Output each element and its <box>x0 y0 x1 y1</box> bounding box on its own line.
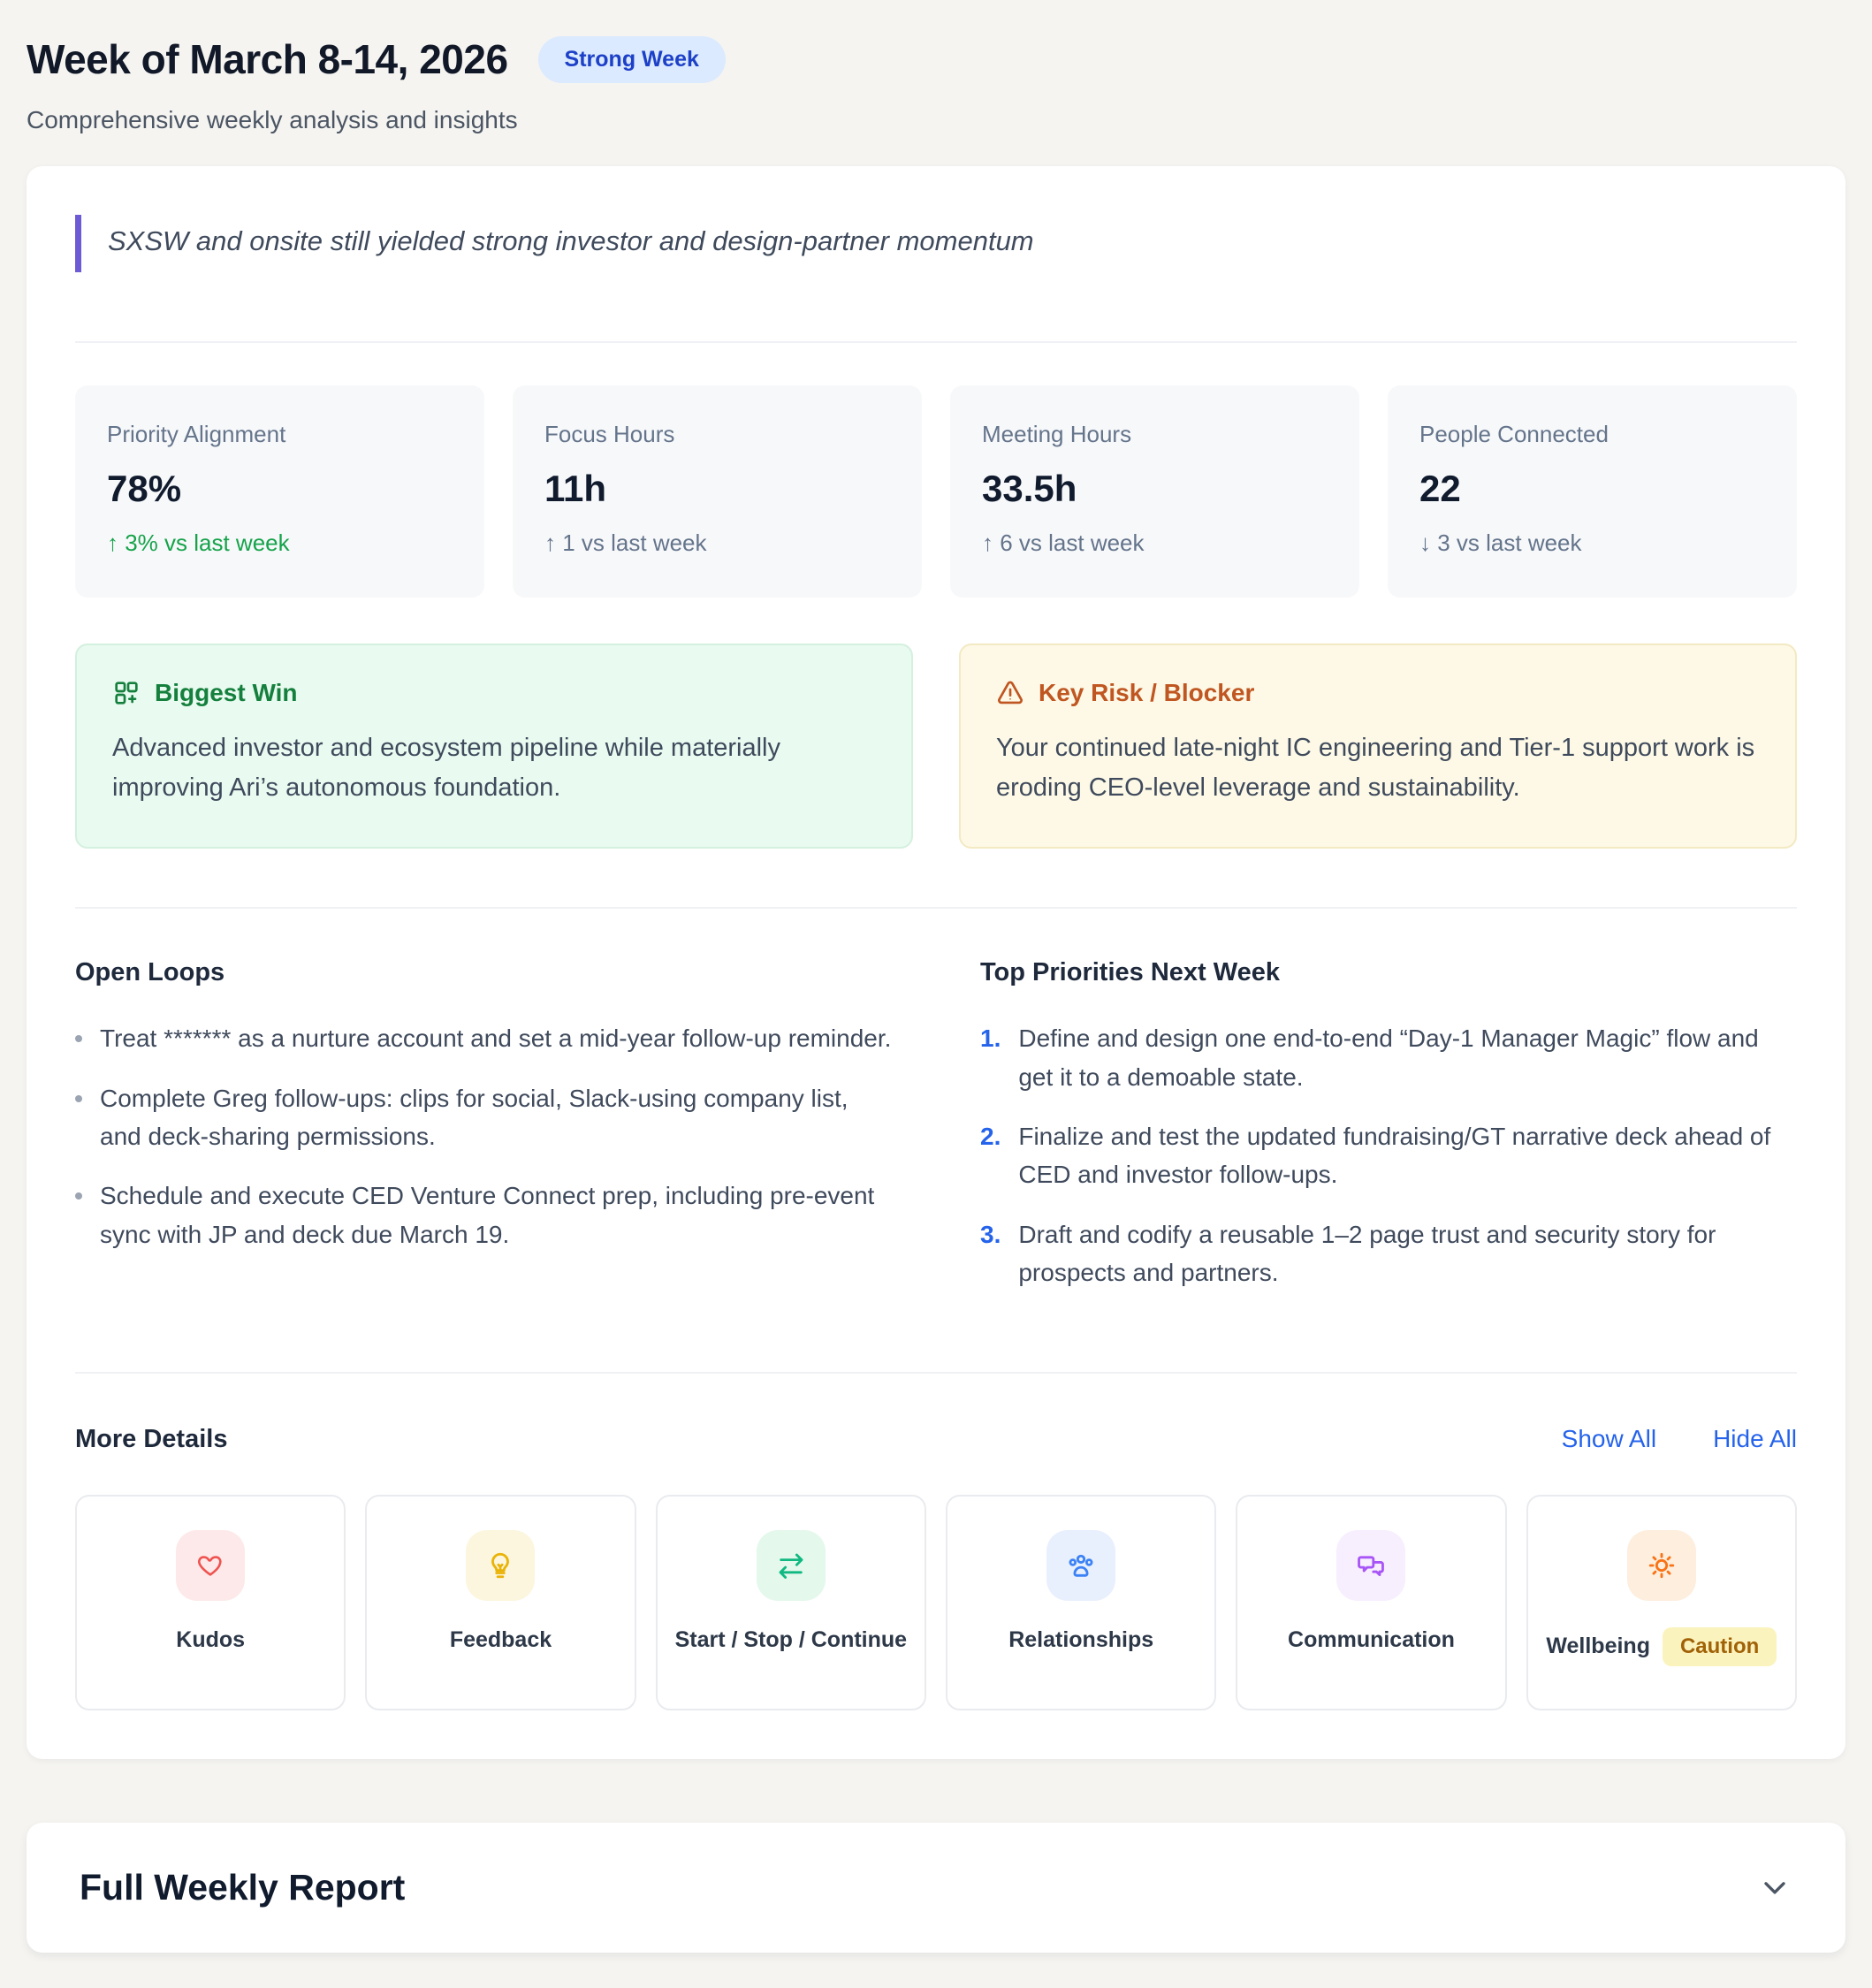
stat-label: People Connected <box>1419 421 1765 448</box>
stat-value: 22 <box>1419 468 1765 510</box>
caution-badge: Caution <box>1663 1627 1777 1666</box>
top-priorities-column: Top Priorities Next Week 1.Define and de… <box>980 958 1797 1313</box>
grid-plus-icon <box>112 679 141 707</box>
list-item-text: Treat ******* as a nurture account and s… <box>100 1019 891 1057</box>
top-priorities-heading: Top Priorities Next Week <box>980 958 1797 987</box>
list-item: 3.Draft and codify a reusable 1–2 page t… <box>980 1215 1797 1292</box>
detail-card-label: Relationships <box>1008 1627 1153 1653</box>
week-status-badge: Strong Week <box>538 36 726 83</box>
more-details-heading: More Details <box>75 1425 227 1454</box>
summary-quote-text: SXSW and onsite still yielded strong inv… <box>108 222 1797 260</box>
stat-card-meeting-hours: Meeting Hours 33.5h ↑ 6 vs last week <box>950 385 1359 598</box>
weekly-report-page: Week of March 8-14, 2026 Strong Week Com… <box>0 0 1872 1988</box>
list-item: Complete Greg follow-ups: clips for soci… <box>75 1079 892 1156</box>
stat-change: ↑ 3% vs last week <box>107 529 453 557</box>
hide-all-link[interactable]: Hide All <box>1713 1425 1797 1453</box>
stat-value: 33.5h <box>982 468 1328 510</box>
transfer-arrows-icon <box>757 1530 826 1601</box>
list-item-text: Schedule and execute CED Venture Connect… <box>100 1177 892 1253</box>
stat-change: ↑ 1 vs last week <box>544 529 890 557</box>
list-item: 2.Finalize and test the updated fundrais… <box>980 1117 1797 1194</box>
stat-value: 11h <box>544 468 890 510</box>
stat-change: ↑ 6 vs last week <box>982 529 1328 557</box>
bullet-dot <box>75 1035 82 1042</box>
detail-card-label-row: Wellbeing Caution <box>1546 1627 1777 1666</box>
detail-card-label: Communication <box>1288 1627 1455 1653</box>
detail-card-start-stop-continue[interactable]: Start / Stop / Continue <box>656 1495 926 1710</box>
detail-card-label: Kudos <box>176 1627 245 1653</box>
key-risk-header: Key Risk / Blocker <box>996 679 1760 707</box>
stat-label: Meeting Hours <box>982 421 1328 448</box>
top-priorities-list: 1.Define and design one end-to-end “Day-… <box>980 1019 1797 1291</box>
key-risk-text: Your continued late-night IC engineering… <box>996 728 1760 808</box>
bullet-dot <box>75 1192 82 1200</box>
show-all-link[interactable]: Show All <box>1562 1425 1656 1453</box>
list-number: 3. <box>980 1215 1001 1292</box>
list-item-text: Define and design one end-to-end “Day-1 … <box>1018 1019 1797 1096</box>
stat-label: Priority Alignment <box>107 421 453 448</box>
list-item: Treat ******* as a nurture account and s… <box>75 1019 892 1057</box>
detail-card-wellbeing[interactable]: Wellbeing Caution <box>1526 1495 1797 1710</box>
list-item-text: Complete Greg follow-ups: clips for soci… <box>100 1079 892 1156</box>
detail-card-label: Feedback <box>450 1627 552 1653</box>
list-item: Schedule and execute CED Venture Connect… <box>75 1177 892 1253</box>
biggest-win-box: Biggest Win Advanced investor and ecosys… <box>75 644 913 849</box>
stat-value: 78% <box>107 468 453 510</box>
list-item-text: Finalize and test the updated fundraisin… <box>1018 1117 1797 1194</box>
section-divider <box>75 1372 1797 1374</box>
heart-icon <box>176 1530 245 1601</box>
full-report-toggle[interactable]: Full Weekly Report <box>27 1823 1845 1953</box>
sun-icon <box>1627 1530 1696 1601</box>
detail-card-communication[interactable]: Communication <box>1236 1495 1506 1710</box>
page-header: Week of March 8-14, 2026 Strong Week <box>27 35 1845 83</box>
stat-card-focus-hours: Focus Hours 11h ↑ 1 vs last week <box>513 385 922 598</box>
chat-bubbles-icon <box>1336 1530 1405 1601</box>
stat-label: Focus Hours <box>544 421 890 448</box>
detail-card-relationships[interactable]: Relationships <box>946 1495 1216 1710</box>
weekly-summary-card: SXSW and onsite still yielded strong inv… <box>27 166 1845 1759</box>
biggest-win-text: Advanced investor and ecosystem pipeline… <box>112 728 876 808</box>
more-details-header: More Details Show All Hide All <box>75 1425 1797 1454</box>
lightbulb-icon <box>466 1530 535 1601</box>
open-loops-list: Treat ******* as a nurture account and s… <box>75 1019 892 1253</box>
detail-card-label: Start / Stop / Continue <box>675 1627 908 1653</box>
warning-triangle-icon <box>996 679 1024 707</box>
lists-section: Open Loops Treat ******* as a nurture ac… <box>75 958 1797 1313</box>
section-divider <box>75 907 1797 909</box>
bullet-dot <box>75 1095 82 1102</box>
summary-quote: SXSW and onsite still yielded strong inv… <box>75 215 1797 272</box>
detail-cards-row: Kudos Feedback <box>75 1495 1797 1710</box>
list-number: 1. <box>980 1019 1001 1096</box>
open-loops-heading: Open Loops <box>75 958 892 987</box>
list-item: 1.Define and design one end-to-end “Day-… <box>980 1019 1797 1096</box>
stat-card-people-connected: People Connected 22 ↓ 3 vs last week <box>1388 385 1797 598</box>
list-number: 2. <box>980 1117 1001 1194</box>
list-item-text: Draft and codify a reusable 1–2 page tru… <box>1018 1215 1797 1292</box>
page-title: Week of March 8-14, 2026 <box>27 35 508 83</box>
page-subtitle: Comprehensive weekly analysis and insigh… <box>27 106 1845 134</box>
full-report-title: Full Weekly Report <box>80 1867 405 1908</box>
detail-card-label: Wellbeing <box>1546 1634 1650 1659</box>
biggest-win-title: Biggest Win <box>155 679 298 707</box>
stat-card-priority-alignment: Priority Alignment 78% ↑ 3% vs last week <box>75 385 484 598</box>
stat-change: ↓ 3 vs last week <box>1419 529 1765 557</box>
biggest-win-header: Biggest Win <box>112 679 876 707</box>
summary-quote-section: SXSW and onsite still yielded strong inv… <box>75 215 1797 343</box>
detail-card-kudos[interactable]: Kudos <box>75 1495 346 1710</box>
key-risk-box: Key Risk / Blocker Your continued late-n… <box>959 644 1797 849</box>
key-risk-title: Key Risk / Blocker <box>1039 679 1254 707</box>
stats-row: Priority Alignment 78% ↑ 3% vs last week… <box>75 385 1797 598</box>
people-group-icon <box>1046 1530 1115 1601</box>
detail-card-feedback[interactable]: Feedback <box>365 1495 635 1710</box>
highlights-row: Biggest Win Advanced investor and ecosys… <box>75 644 1797 849</box>
open-loops-column: Open Loops Treat ******* as a nurture ac… <box>75 958 892 1313</box>
more-details-links: Show All Hide All <box>1562 1425 1797 1453</box>
chevron-down-icon[interactable] <box>1757 1870 1792 1905</box>
